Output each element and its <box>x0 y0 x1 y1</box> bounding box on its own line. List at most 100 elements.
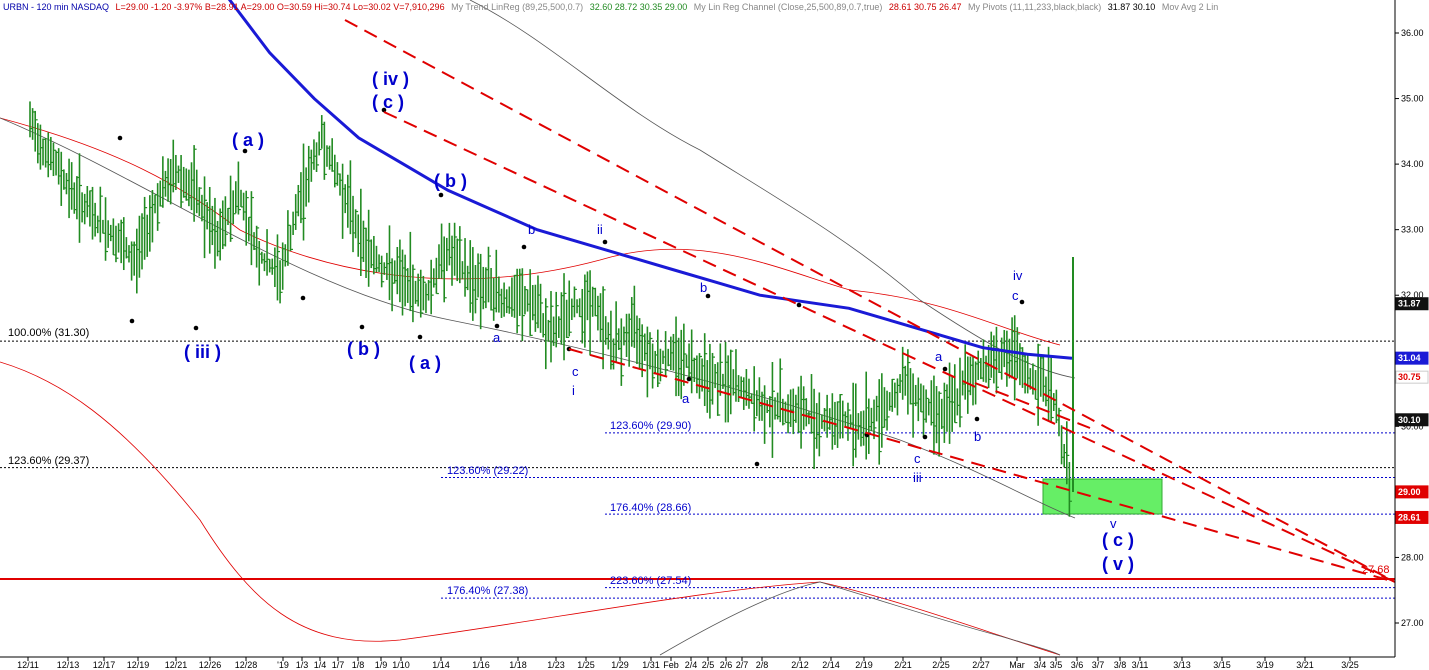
x-tick-label: 2/19 <box>855 660 873 670</box>
pivot-dot <box>796 302 802 308</box>
x-tick-label: 3/11 <box>1132 660 1149 670</box>
target-zone-box <box>1042 478 1163 515</box>
horizontal-line-label: 27.68 <box>1362 564 1390 576</box>
pivot-dot <box>300 295 306 301</box>
price-tag-label: 31.04 <box>1398 353 1421 363</box>
wave-label-small-iii: iii <box>913 470 922 485</box>
x-tick-label: 2/14 <box>822 660 840 670</box>
x-tick-label: 1/4 <box>314 660 327 670</box>
fib-label-123-b: 123.60% (29.90) <box>610 420 691 432</box>
x-tick-label: 12/13 <box>57 660 80 670</box>
price-tag-label: 31.87 <box>1398 299 1421 309</box>
svg-text:URBN - 120 min NASDAQ L=2: URBN - 120 min NASDAQ L=29.00 -1.20 -3.9… <box>3 2 1218 12</box>
study2-name: My Lin Reg Channel (Close,25,500,89,0.7,… <box>694 2 883 12</box>
wave-label-a-bottom: ( a ) <box>409 353 441 373</box>
moving-average-line <box>227 0 1073 360</box>
fib-label-176-a: 176.40% (28.66) <box>610 502 691 514</box>
x-tick-label: 12/26 <box>199 660 222 670</box>
study1-name: My Trend LinReg (89,25,500,0.7) <box>451 2 583 12</box>
pivot-dot <box>922 434 928 440</box>
x-tick-label: 1/31 <box>642 660 660 670</box>
x-tick-label: 3/13 <box>1173 660 1191 670</box>
symbol-title: URBN - 120 min NASDAQ <box>3 2 109 12</box>
pivot-dot <box>602 239 608 245</box>
x-tick-label: 3/4 <box>1034 660 1047 670</box>
wave-label-small-iv: iv <box>1013 268 1023 283</box>
trendline-upper-inner <box>383 111 1396 583</box>
x-tick-label: 3/15 <box>1213 660 1231 670</box>
fib-label-123-a: 123.60% (29.37) <box>8 455 89 467</box>
x-tick-label: 2/6 <box>720 660 733 670</box>
x-tick-label: 1/14 <box>432 660 450 670</box>
x-tick-label: 2/4 <box>685 660 698 670</box>
pivot-dot <box>494 323 500 329</box>
y-tick-label: 28.00 <box>1401 552 1424 562</box>
x-tick-label: Mar <box>1009 660 1025 670</box>
wave-label-small-a3: a <box>935 349 943 364</box>
price-tag-label: 29.00 <box>1398 487 1421 497</box>
wave-label-b-top: ( b ) <box>434 171 467 191</box>
wave-label-small-b2: b <box>700 280 707 295</box>
x-tick-label: 1/29 <box>611 660 629 670</box>
x-tick-label: 3/25 <box>1341 660 1359 670</box>
study3-name: My Pivots (11,11,233,black,black) <box>968 2 1101 12</box>
x-tick-label: 2/21 <box>894 660 912 670</box>
x-tick-label: 3/7 <box>1092 660 1105 670</box>
x-tick-label: 1/8 <box>352 660 365 670</box>
fib-label-100: 100.00% (31.30) <box>8 327 89 339</box>
axes: 36.0035.0034.0033.0032.0031.0030.0029.00… <box>0 0 1429 670</box>
x-tick-label: 2/27 <box>972 660 990 670</box>
moving-average <box>227 0 1073 360</box>
price-tag-label: 30.75 <box>1398 372 1421 382</box>
wave-label-small-b1: b <box>528 222 535 237</box>
y-tick-label: 33.00 <box>1401 225 1424 235</box>
x-tick-label: 12/28 <box>235 660 258 670</box>
y-tick-label: 36.00 <box>1401 28 1424 38</box>
pivot-dot <box>974 416 980 422</box>
x-tick-label: 3/21 <box>1296 660 1314 670</box>
x-tick-label: 1/9 <box>375 660 388 670</box>
x-tick-label: 3/6 <box>1071 660 1084 670</box>
channel-lower-red <box>0 361 1061 656</box>
study1-values: 32.60 28.72 30.35 29.00 <box>590 2 688 12</box>
x-tick-label: 12/21 <box>165 660 188 670</box>
wave-label-c-target: ( c ) <box>1102 530 1134 550</box>
x-tick-label: 1/7 <box>332 660 345 670</box>
x-tick-label: Feb <box>663 660 679 670</box>
wave-label-small-ii: ii <box>597 222 603 237</box>
wave-label-small-i: i <box>572 383 575 398</box>
x-tick-label: 1/18 <box>509 660 527 670</box>
x-tick-label: 1/10 <box>392 660 410 670</box>
x-tick-label: 2/8 <box>756 660 769 670</box>
x-tick-label: 1/25 <box>577 660 595 670</box>
x-tick-label: '19 <box>277 660 289 670</box>
wave-label-c-top: ( c ) <box>372 92 404 112</box>
wave-label-small-v: v <box>1110 516 1117 531</box>
price-chart: 36.0035.0034.0033.0032.0031.0030.0029.00… <box>0 0 1429 670</box>
x-tick-label: 1/23 <box>547 660 565 670</box>
wave-label-small-a2: a <box>682 391 690 406</box>
x-tick-label: 12/17 <box>93 660 116 670</box>
pivot-dot <box>417 334 423 340</box>
y-tick-label: 27.00 <box>1401 618 1424 628</box>
trend-lines <box>344 19 1396 583</box>
pivot-dot <box>359 324 365 330</box>
quote-stats: L=29.00 -1.20 -3.97% B=28.91 A=29.00 O=3… <box>116 2 445 12</box>
x-tick-label: 2/12 <box>791 660 809 670</box>
fib-label-123-c: 123.60% (29.22) <box>447 465 528 477</box>
x-tick-label: 2/5 <box>702 660 715 670</box>
x-tick-label: 3/8 <box>1114 660 1127 670</box>
wave-label-v-target: ( v ) <box>1102 554 1134 574</box>
wave-label-iii: ( iii ) <box>184 342 221 362</box>
y-tick-label: 35.00 <box>1401 94 1424 104</box>
x-tick-label: 2/7 <box>736 660 749 670</box>
channel-lower-black <box>659 581 1061 656</box>
trendline-lower <box>568 348 1396 583</box>
fib-label-223: 223.60% (27.54) <box>610 575 691 587</box>
pivot-dot <box>686 376 692 382</box>
pivot-dot <box>117 135 123 141</box>
price-tag-label: 28.61 <box>1398 512 1421 522</box>
pivot-dot <box>521 244 527 250</box>
fib-label-176-b: 176.40% (27.38) <box>447 585 528 597</box>
wave-label-small-c1: c <box>572 364 579 379</box>
